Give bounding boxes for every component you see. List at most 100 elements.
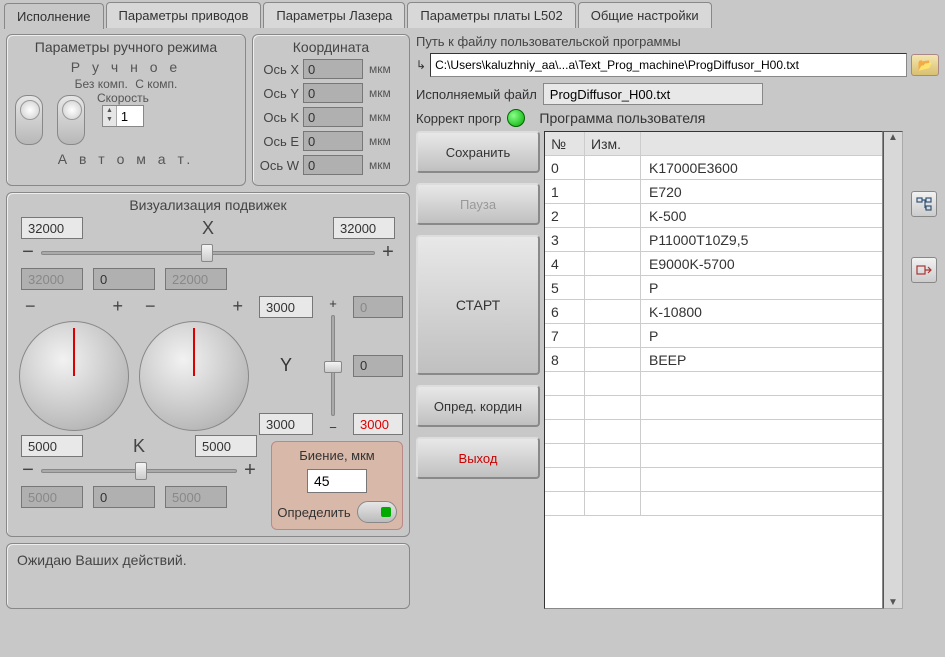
y-bot: 3000	[259, 413, 313, 435]
exec-file-display	[543, 83, 763, 105]
table-row[interactable]	[545, 420, 882, 444]
table-row[interactable]	[545, 468, 882, 492]
x-bot-left: 32000	[21, 268, 83, 290]
table-scrollbar[interactable]: ▲ ▼	[883, 131, 903, 609]
table-row[interactable]: 1E720	[545, 180, 882, 204]
k-slider[interactable]	[41, 460, 237, 482]
y-top-disabled: 0	[353, 296, 403, 318]
y-mid-disabled: 0	[353, 355, 403, 377]
tab-execution[interactable]: Исполнение	[4, 3, 104, 29]
coord-axis-label: Ось Y	[259, 86, 303, 101]
x-bot-center: 0	[93, 268, 155, 290]
coord-axis-value[interactable]	[303, 107, 363, 127]
path-label: Путь к файлу пользовательской программы	[416, 34, 939, 49]
manual-params-panel: Параметры ручного режима Р у ч н о е Без…	[6, 34, 246, 186]
table-row[interactable]	[545, 396, 882, 420]
viz-panel: Визуализация подвижек 32000 X 32000 − + …	[6, 192, 410, 537]
plus-icon: +	[112, 296, 123, 317]
exit-button[interactable]: Выход	[416, 437, 540, 479]
y-slider[interactable]	[323, 315, 343, 416]
x-axis-label: X	[93, 218, 323, 239]
path-input[interactable]	[430, 53, 907, 77]
coord-unit: мкм	[369, 62, 391, 76]
col-header-idx: №	[545, 132, 585, 155]
coord-axis-value[interactable]	[303, 83, 363, 103]
x-bot-right: 22000	[165, 268, 227, 290]
dial-left[interactable]	[19, 321, 129, 431]
k-top-left: 5000	[21, 435, 83, 457]
table-row[interactable]: 0K17000E3600	[545, 156, 882, 180]
col-header-cmd	[641, 132, 882, 155]
tab-general-settings[interactable]: Общие настройки	[578, 2, 712, 28]
k-bot-center: 0	[93, 486, 155, 508]
coord-axis-label: Ось E	[259, 134, 303, 149]
coord-unit: мкм	[369, 110, 391, 124]
status-text: Ожидаю Ваших действий.	[17, 552, 187, 568]
browse-button[interactable]: 📂	[911, 54, 939, 76]
mode-auto-label: А в т о м а т.	[13, 151, 239, 167]
coord-axis-label: Ось K	[259, 110, 303, 125]
coord-axis-label: Ось W	[259, 158, 303, 173]
coord-unit: мкм	[369, 86, 391, 100]
speed-label: Скорость	[97, 91, 149, 105]
tab-l502-params[interactable]: Параметры платы L502	[407, 2, 575, 28]
dial-right[interactable]	[139, 321, 249, 431]
correct-led-icon	[507, 109, 525, 127]
tab-laser-params[interactable]: Параметры Лазера	[263, 2, 405, 28]
detect-coords-button[interactable]: Опред. кордин	[416, 385, 540, 427]
coord-axis-value[interactable]	[303, 131, 363, 151]
plus-icon: +	[232, 296, 243, 317]
exec-label: Исполняемый файл	[416, 87, 537, 102]
x-top-right: 32000	[333, 217, 395, 239]
side-button-export[interactable]	[911, 257, 937, 283]
toggle-mode[interactable]	[57, 95, 85, 145]
table-row[interactable]	[545, 492, 882, 516]
table-row[interactable]	[545, 372, 882, 396]
x-top-left: 32000	[21, 217, 83, 239]
manual-params-title: Параметры ручного режима	[13, 39, 239, 55]
plus-icon: +	[329, 296, 337, 311]
toggle-comp[interactable]	[15, 95, 43, 145]
minus-icon: −	[145, 296, 156, 317]
save-button[interactable]: Сохранить	[416, 131, 540, 173]
minus-icon: −	[25, 296, 36, 317]
coord-axis-value[interactable]	[303, 59, 363, 79]
coordinate-panel: Координата Ось X мкмОсь Y мкмОсь K мкмОс…	[252, 34, 410, 186]
side-button-tree[interactable]	[911, 191, 937, 217]
table-row[interactable]: 2K-500	[545, 204, 882, 228]
determine-button[interactable]	[357, 501, 397, 523]
x-slider[interactable]	[41, 242, 375, 264]
minus-icon: −	[21, 459, 35, 482]
tab-drive-params[interactable]: Параметры приводов	[106, 2, 262, 28]
table-row[interactable]: 4E9000K-5700	[545, 252, 882, 276]
y-top: 3000	[259, 296, 313, 318]
determine-label: Определить	[277, 505, 350, 520]
table-row[interactable]: 5P	[545, 276, 882, 300]
table-row[interactable]: 8BEEP	[545, 348, 882, 372]
runout-panel: Биение, мкм Определить	[271, 441, 403, 530]
y-bot-red: 3000	[353, 413, 403, 435]
speed-spinner[interactable]: ▲▼	[102, 105, 144, 127]
scroll-down-icon[interactable]: ▼	[888, 597, 898, 608]
with-comp-label: С комп.	[135, 77, 177, 91]
coord-axis-value[interactable]	[303, 155, 363, 175]
table-row[interactable]	[545, 444, 882, 468]
tab-bar: Исполнение Параметры приводов Параметры …	[0, 0, 945, 28]
pause-button[interactable]: Пауза	[416, 183, 540, 225]
coord-unit: мкм	[369, 134, 391, 148]
runout-input[interactable]	[307, 469, 367, 493]
start-button[interactable]: СТАРТ	[416, 235, 540, 375]
gauge-right: −+	[139, 296, 249, 435]
program-table[interactable]: № Изм. 0K17000E36001E7202K-5003P11000T10…	[544, 131, 883, 609]
table-row[interactable]: 7P	[545, 324, 882, 348]
k-bot-left: 5000	[21, 486, 83, 508]
minus-icon: −	[21, 241, 35, 264]
program-label: Программа пользователя	[539, 110, 705, 126]
coordinate-title: Координата	[259, 39, 403, 55]
viz-title: Визуализация подвижек	[13, 197, 403, 213]
table-row[interactable]: 6K-10800	[545, 300, 882, 324]
speed-input[interactable]	[117, 108, 143, 125]
scroll-up-icon[interactable]: ▲	[888, 132, 898, 143]
col-header-izm: Изм.	[585, 132, 641, 155]
table-row[interactable]: 3P11000T10Z9,5	[545, 228, 882, 252]
